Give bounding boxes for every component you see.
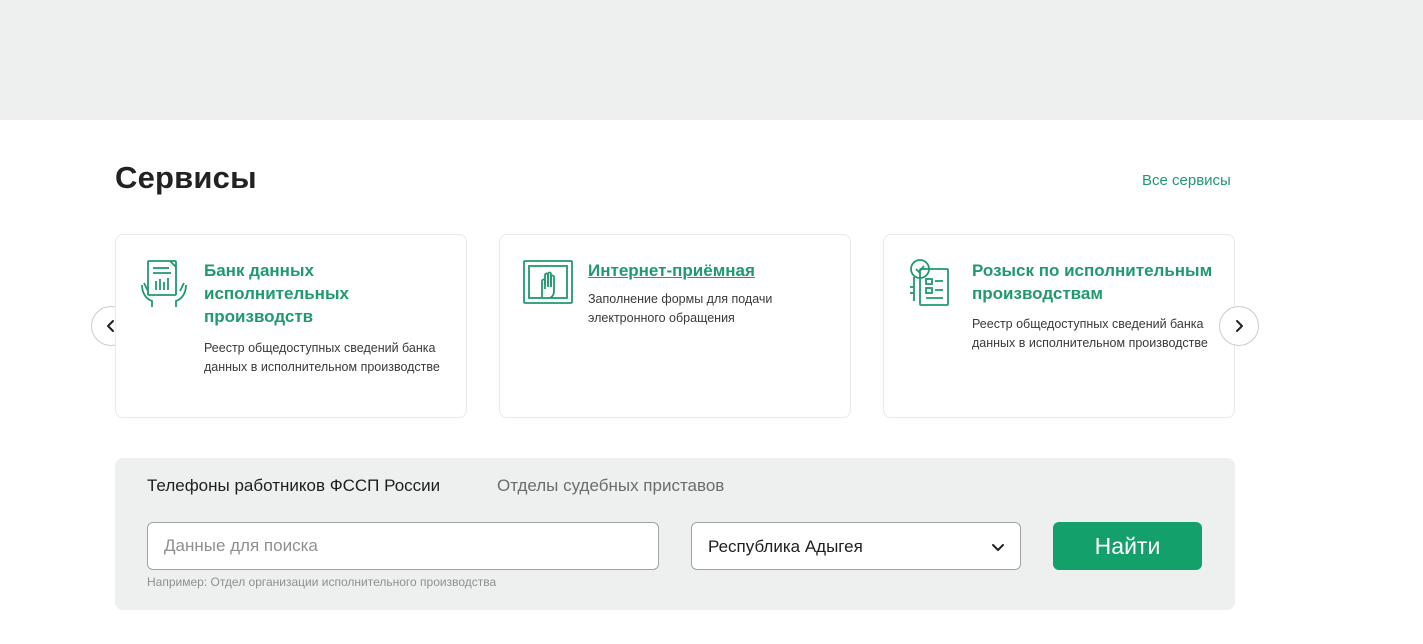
top-banner-area — [0, 0, 1423, 120]
region-select[interactable]: Республика Адыгея — [691, 522, 1021, 570]
card-description: Реестр общедоступных сведений банка данн… — [972, 317, 1208, 350]
tab-departments[interactable]: Отделы судебных приставов — [497, 476, 724, 496]
section-title: Сервисы — [115, 160, 257, 195]
search-document-icon — [910, 259, 949, 306]
chevron-right-icon — [1236, 320, 1243, 332]
hand-screen-icon — [523, 260, 573, 304]
service-card-reception[interactable]: Интернет-приёмная Заполнение формы для п… — [499, 234, 851, 418]
chevron-down-icon — [992, 544, 1004, 551]
all-services-link[interactable]: Все сервисы — [1142, 172, 1231, 189]
card-title: Банк данных исполнительных производств — [204, 261, 349, 326]
service-card-bank[interactable]: Банк данных исполнительных производств Р… — [115, 234, 467, 418]
services-carousel: Банк данных исполнительных производств Р… — [115, 234, 1235, 418]
card-title: Интернет-приёмная — [588, 261, 755, 280]
card-description: Реестр общедоступных сведений банка данн… — [204, 341, 440, 374]
find-button[interactable]: Найти — [1053, 522, 1202, 570]
card-title: Розыск по исполнительным производствам — [972, 261, 1213, 303]
region-select-value: Республика Адыгея — [708, 537, 863, 556]
tab-phones[interactable]: Телефоны работников ФССП России — [147, 476, 440, 496]
search-hint: Например: Отдел организации исполнительн… — [147, 575, 497, 589]
search-input[interactable] — [147, 522, 659, 570]
card-description: Заполнение формы для подачи электронного… — [588, 292, 773, 325]
carousel-next-button[interactable] — [1219, 306, 1259, 346]
service-card-search[interactable]: Розыск по исполнительным производствам Р… — [883, 234, 1235, 418]
search-panel: Телефоны работников ФССП России Отделы с… — [115, 458, 1235, 610]
document-hands-icon — [141, 260, 187, 307]
